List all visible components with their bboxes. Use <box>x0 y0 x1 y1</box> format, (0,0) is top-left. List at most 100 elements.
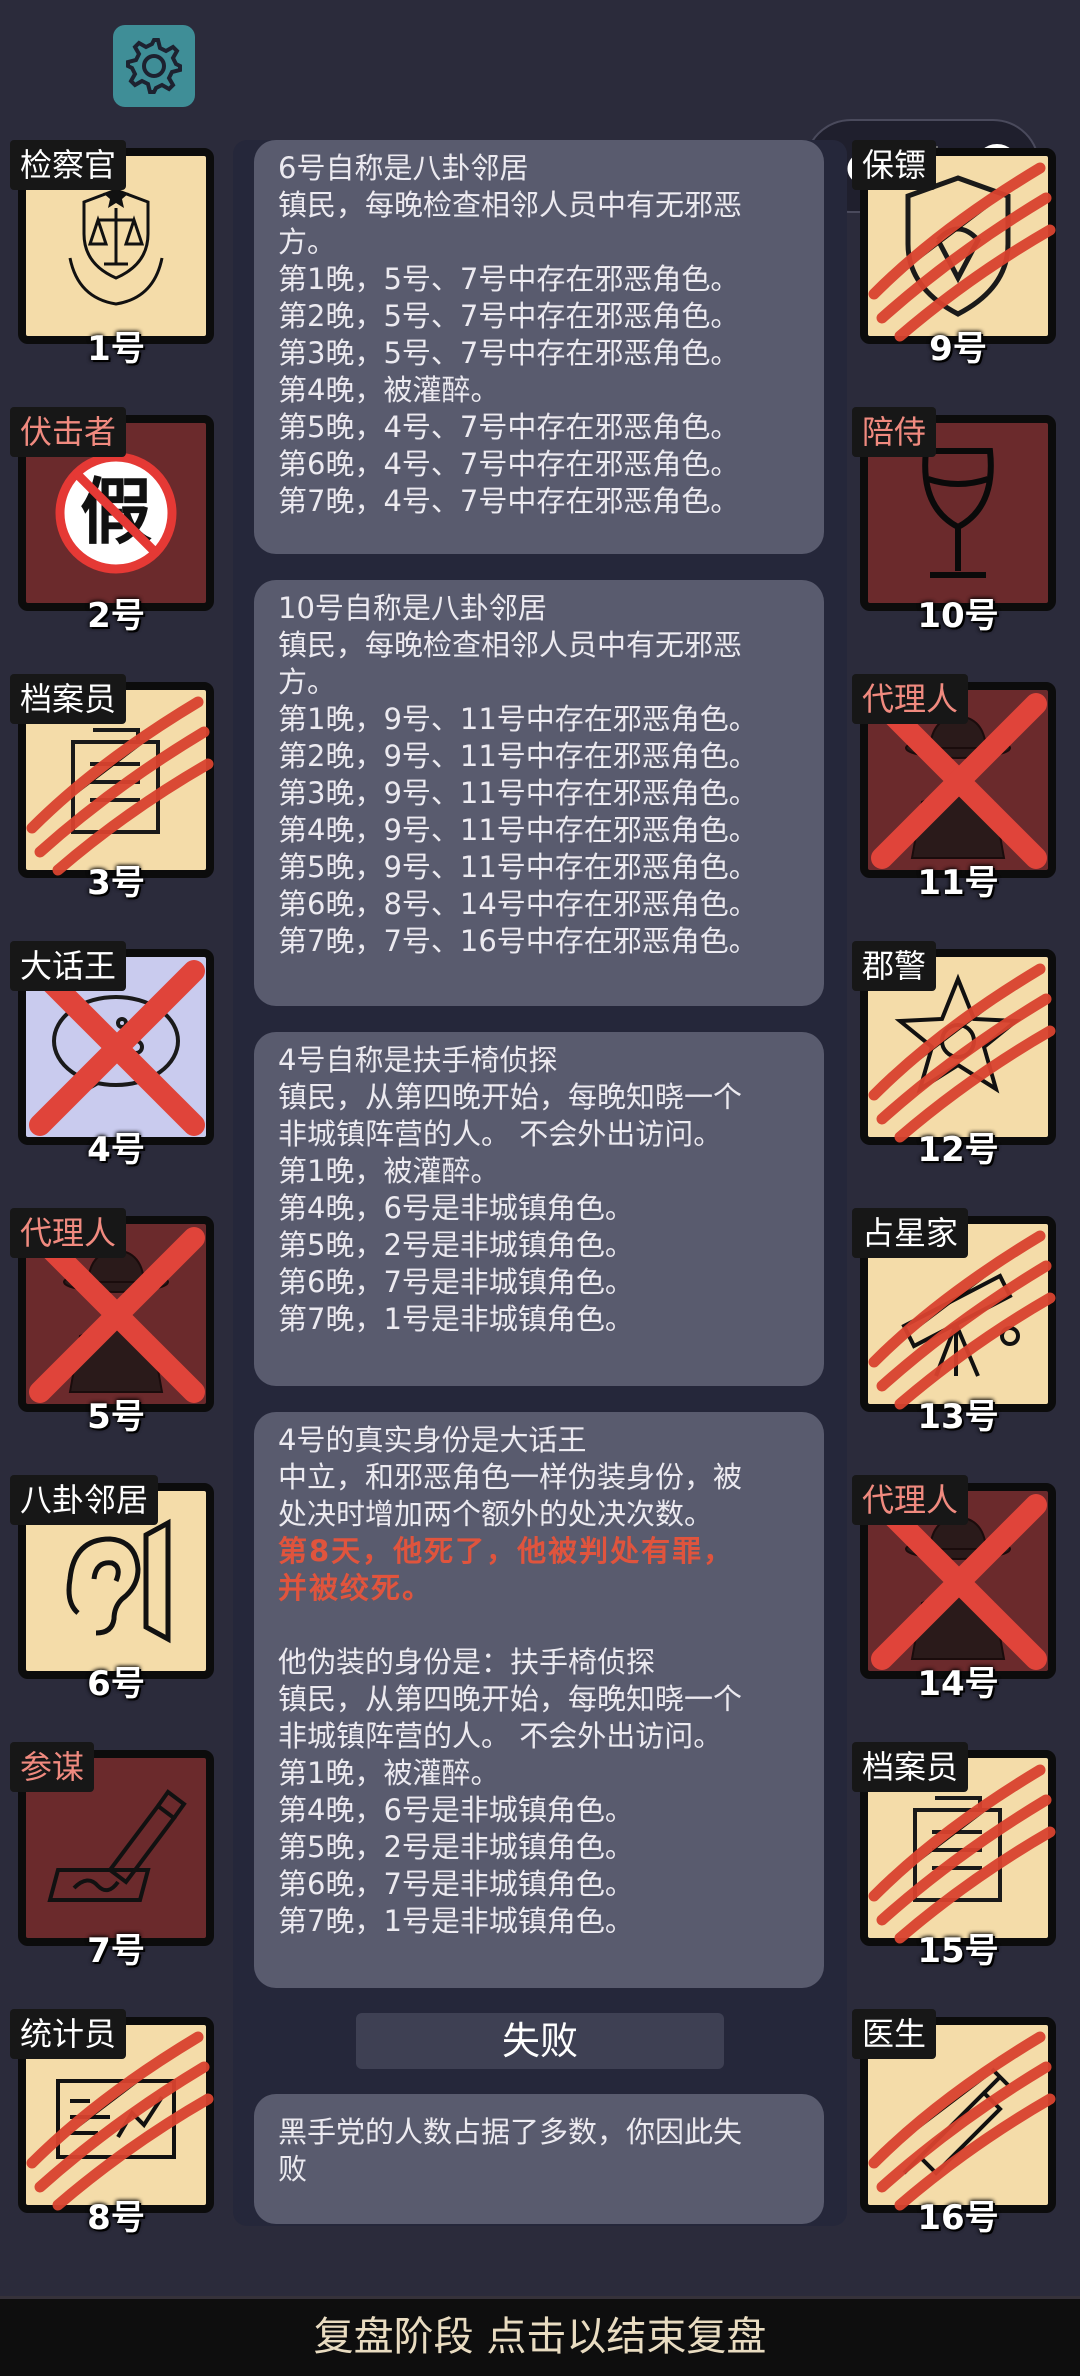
role-label: 代理人 <box>10 1208 127 1258</box>
card-line: 方。 <box>278 225 337 259</box>
player-number: 7号 <box>87 1931 145 1971</box>
card-line: 第3晚，5号、7号中存在邪恶角色。 <box>278 336 740 370</box>
role-label: 八卦邻居 <box>10 1475 159 1525</box>
player-seat[interactable]: 陪侍 10号 <box>852 407 1058 636</box>
true-identity-card-4: 4号的真实身份是大话王 中立，和邪恶角色一样伪装身份，被 处决时增加两个额外的处决次… <box>254 1412 824 1988</box>
player-number: 15号 <box>917 1931 999 1971</box>
role-label: 伏击者 <box>10 407 127 457</box>
player-seat[interactable]: 档案员 3号 <box>10 674 216 903</box>
settings-button[interactable] <box>113 25 195 107</box>
role-label: 郡警 <box>852 941 937 991</box>
card-line: 10号自称是八卦邻居 <box>278 591 547 625</box>
player-number: 1号 <box>87 329 145 369</box>
card-line: 非城镇阵营的人。 不会外出访问。 <box>278 1719 723 1753</box>
player-seat[interactable]: 代理人 11号 <box>852 674 1058 903</box>
card-line: 第1晚，9号、11号中存在邪恶角色。 <box>278 702 758 736</box>
card-line: 镇民，每晚检查相邻人员中有无邪恶 <box>278 628 743 662</box>
player-number: 4号 <box>87 1130 145 1170</box>
card-line: 第6晚，8号、14号中存在邪恶角色。 <box>278 887 758 921</box>
claim-card-10: 10号自称是八卦邻居 镇民，每晚检查相邻人员中有无邪恶 方。 第1晚，9号、11号中存… <box>254 580 824 1006</box>
player-seat[interactable]: 代理人 14号 <box>852 1475 1058 1704</box>
player-number: 12号 <box>917 1130 999 1170</box>
player-seat[interactable]: 八卦邻居 6号 <box>10 1475 216 1704</box>
card-line: 第2晚，5号、7号中存在邪恶角色。 <box>278 299 740 333</box>
card-line: 第5晚，2号是非城镇角色。 <box>278 1228 634 1262</box>
card-line: 第7晚，1号是非城镇角色。 <box>278 1302 634 1336</box>
player-seat[interactable]: 保镖 9号 <box>852 140 1058 369</box>
card-line: 第4晚，6号是非城镇角色。 <box>278 1793 634 1827</box>
role-label: 档案员 <box>852 1742 969 1792</box>
player-number: 9号 <box>929 329 987 369</box>
card-line: 他伪装的身份是：扶手椅侦探 <box>278 1645 656 1679</box>
role-label: 代理人 <box>852 1475 969 1525</box>
card-line: 第6晚，7号是非城镇角色。 <box>278 1867 634 1901</box>
card-line: 非城镇阵营的人。 不会外出访问。 <box>278 1117 723 1151</box>
player-seat[interactable]: 医生 16号 <box>852 2009 1058 2238</box>
card-line: 第4晚，9号、11号中存在邪恶角色。 <box>278 813 758 847</box>
role-label: 统计员 <box>10 2009 127 2059</box>
card-line: 中立，和邪恶角色一样伪装身份，被 <box>278 1460 743 1494</box>
role-label: 档案员 <box>10 674 127 724</box>
player-seat[interactable]: 参谋 7号 <box>10 1742 216 1971</box>
card-line: 第7晚，1号是非城镇角色。 <box>278 1904 634 1938</box>
card-line: 第5晚，9号、11号中存在邪恶角色。 <box>278 850 758 884</box>
card-line: 镇民，每晚检查相邻人员中有无邪恶 <box>278 188 743 222</box>
card-line: 镇民，从第四晚开始，每晚知晓一个 <box>278 1080 743 1114</box>
result-card: 黑手党的人数占据了多数，你因此失败 <box>254 2094 824 2224</box>
player-number: 16号 <box>917 2198 999 2238</box>
role-label: 参谋 <box>10 1742 95 1792</box>
card-line: 第6晚，7号是非城镇角色。 <box>278 1265 634 1299</box>
player-seat[interactable]: 档案员 15号 <box>852 1742 1058 1971</box>
card-line: 4号自称是扶手椅侦探 <box>278 1043 558 1077</box>
card-line: 败 <box>278 2152 308 2186</box>
card-line: 第4晚，被灌醉。 <box>278 373 500 407</box>
card-line: 4号的真实身份是大话王 <box>278 1423 587 1457</box>
card-line: 方。 <box>278 665 337 699</box>
result-title: 失败 <box>356 2013 724 2069</box>
verdict-line: 并被绞死。 <box>278 1571 434 1605</box>
player-seat[interactable]: 占星家 13号 <box>852 1208 1058 1437</box>
claim-card-4: 4号自称是扶手椅侦探 镇民，从第四晚开始，每晚知晓一个 非城镇阵营的人。 不会外出访… <box>254 1032 824 1386</box>
claim-card-6: 6号自称是八卦邻居 镇民，每晚检查相邻人员中有无邪恶 方。 第1晚，5号、7号中存在邪… <box>254 140 824 554</box>
verdict-line: 第8天，他死了，他被判处有罪， <box>278 1534 735 1568</box>
role-label: 陪侍 <box>852 407 937 457</box>
role-label: 检察官 <box>10 140 127 190</box>
player-number: 3号 <box>87 863 145 903</box>
card-line: 第5晚，2号是非城镇角色。 <box>278 1830 634 1864</box>
player-number: 8号 <box>87 2198 145 2238</box>
card-line: 第1晚，被灌醉。 <box>278 1756 500 1790</box>
card-line: 处决时增加两个额外的处决次数。 <box>278 1497 714 1531</box>
role-label: 医生 <box>852 2009 937 2059</box>
card-line: 镇民，从第四晚开始，每晚知晓一个 <box>278 1682 743 1716</box>
card-line: 第1晚，5号、7号中存在邪恶角色。 <box>278 262 740 296</box>
role-label: 代理人 <box>852 674 969 724</box>
player-seat[interactable]: 统计员 8号 <box>10 2009 216 2238</box>
card-line: 第3晚，9号、11号中存在邪恶角色。 <box>278 776 758 810</box>
player-number: 5号 <box>87 1397 145 1437</box>
card-line: 第4晚，6号是非城镇角色。 <box>278 1191 634 1225</box>
card-line: 6号自称是八卦邻居 <box>278 151 529 185</box>
card-line: 第6晚，4号、7号中存在邪恶角色。 <box>278 447 740 481</box>
gear-icon <box>126 38 182 94</box>
player-number: 13号 <box>917 1397 999 1437</box>
card-line: 黑手党的人数占据了多数，你因此失 <box>278 2115 743 2149</box>
player-seat[interactable]: 检察官 1号 <box>10 140 216 369</box>
player-number: 2号 <box>87 596 145 636</box>
player-seat[interactable]: 郡警 12号 <box>852 941 1058 1170</box>
player-seat[interactable]: 大话王 4号 <box>10 941 216 1170</box>
card-line: 第7晚，4号、7号中存在邪恶角色。 <box>278 484 740 518</box>
player-seat[interactable]: 假伏击者2号 <box>10 407 216 636</box>
end-review-button[interactable]: 复盘阶段 点击以结束复盘 <box>0 2296 1080 2376</box>
card-line: 第1晚，被灌醉。 <box>278 1154 500 1188</box>
role-label: 大话王 <box>10 941 127 991</box>
player-number: 14号 <box>917 1664 999 1704</box>
player-number: 11号 <box>917 863 999 903</box>
role-label: 占星家 <box>852 1208 969 1258</box>
role-label: 保镖 <box>852 140 937 190</box>
player-number: 6号 <box>87 1664 145 1704</box>
card-line: 第5晚，4号、7号中存在邪恶角色。 <box>278 410 740 444</box>
card-line: 第2晚，9号、11号中存在邪恶角色。 <box>278 739 758 773</box>
player-number: 10号 <box>917 596 999 636</box>
player-seat[interactable]: 代理人 5号 <box>10 1208 216 1437</box>
